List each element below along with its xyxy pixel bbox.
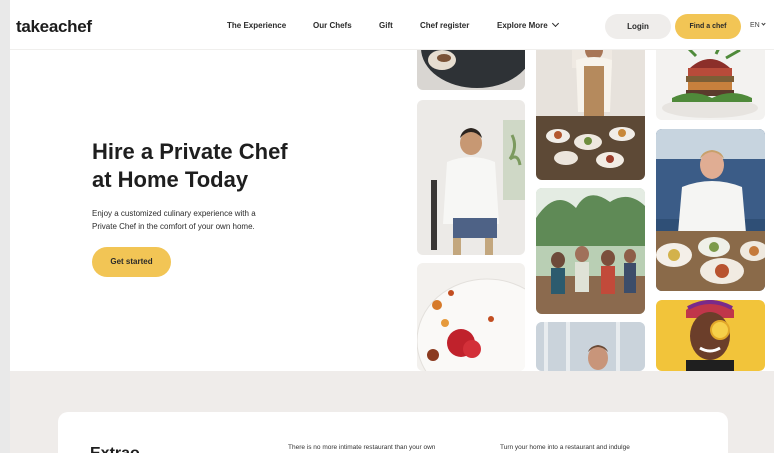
photo-chef-sitting <box>417 100 525 255</box>
language-selector[interactable]: EN <box>750 21 766 29</box>
logo[interactable]: takeachef <box>16 17 92 37</box>
photo-burger <box>656 38 765 120</box>
hero-title-line-1: Hire a Private Chef <box>92 139 288 164</box>
photo-chef-serving-table <box>536 38 645 180</box>
intro-card: Extrao There is no more intimate restaur… <box>58 412 728 453</box>
nav-the-experience[interactable]: The Experience <box>227 21 286 30</box>
hero-description-line-2: Private Chef in the comfort of your own … <box>92 221 255 231</box>
photo-outdoor-party <box>536 188 645 314</box>
photo-chef-portrait-bottom <box>536 322 645 371</box>
nav-our-chefs[interactable]: Our Chefs <box>313 21 352 30</box>
chevron-down-icon <box>551 19 559 28</box>
intro-section: Extrao There is no more intimate restaur… <box>10 371 774 453</box>
nav-gift[interactable]: Gift <box>379 21 393 30</box>
find-a-chef-button[interactable]: Find a chef <box>675 14 741 39</box>
hero-title-line-2: at Home Today <box>92 167 249 192</box>
nav-explore-more-label: Explore More <box>497 21 548 30</box>
hero-description: Enjoy a customized culinary experience w… <box>92 208 307 233</box>
hero-title: Hire a Private Chef at Home Today <box>92 138 332 194</box>
intro-text-home: Turn your home into a restaurant and ind… <box>500 444 630 451</box>
site-header: takeachef The Experience Our Chefs Gift … <box>10 0 774 50</box>
page: takeachef The Experience Our Chefs Gift … <box>10 0 774 453</box>
intro-text-restaurant: There is no more intimate restaurant tha… <box>288 444 436 451</box>
get-started-button[interactable]: Get started <box>92 247 171 277</box>
intro-heading: Extrao <box>90 445 140 453</box>
photo-dessert-plate <box>417 263 525 371</box>
chevron-down-icon <box>761 21 766 26</box>
login-button[interactable]: Login <box>605 14 671 39</box>
language-label: EN <box>750 22 760 29</box>
nav-explore-more[interactable]: Explore More <box>497 19 559 30</box>
hero-description-line-1: Enjoy a customized culinary experience w… <box>92 209 256 218</box>
photo-chef-with-plates <box>656 129 765 291</box>
nav-chef-register[interactable]: Chef register <box>420 21 469 30</box>
photo-woman-yellow-background <box>656 300 765 371</box>
